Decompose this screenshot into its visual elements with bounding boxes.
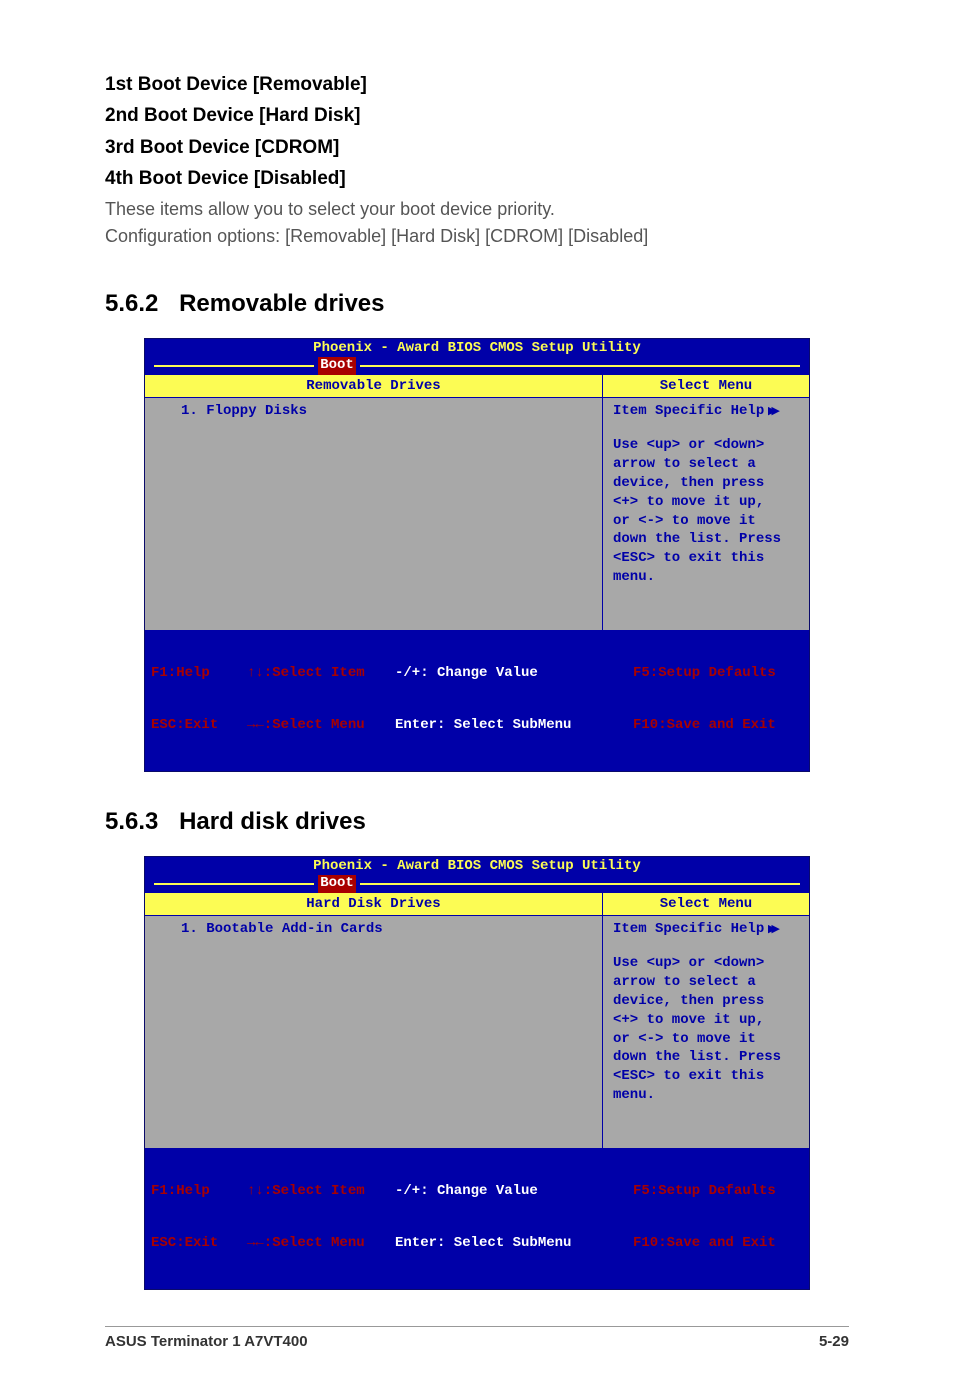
tab-line-right [360, 365, 800, 367]
action-select-submenu: Enter: Select SubMenu [395, 717, 571, 733]
footer-col-d: F5:Setup Defaults F10:Save and Exit [633, 1148, 803, 1288]
section-563-heading: 5.6.3 Hard disk drives [105, 808, 849, 836]
bios-footer-bar: F1:Help ESC:Exit ↑↓:Select Item →←:Selec… [145, 630, 809, 771]
key-esc: ESC:Exit [151, 1235, 218, 1251]
bios-utility-title: Phoenix - Award BIOS CMOS Setup Utility [145, 340, 809, 358]
bios-left-panel: Removable Drives 1. Floppy Disks [145, 375, 603, 630]
help-line: arrow to select a [613, 455, 799, 474]
left-column-header: Hard Disk Drives [145, 893, 602, 916]
page-footer: ASUS Terminator 1 A7VT400 5-29 [105, 1326, 849, 1350]
help-line: or <-> to move it [613, 1030, 799, 1049]
key-updown: ↑↓:Select Item [247, 665, 365, 681]
key-f10: F10:Save and Exit [633, 717, 776, 733]
key-f1: F1:Help [151, 1183, 210, 1199]
action-change-value: -/+: Change Value [395, 665, 538, 681]
help-title-text: Item Specific Help [613, 402, 764, 421]
help-line: device, then press [613, 992, 799, 1011]
tab-line-left [154, 365, 314, 367]
help-line: Use <up> or <down> [613, 954, 799, 973]
desc-line-1: These items allow you to select your boo… [105, 196, 849, 223]
right-column-header: Select Menu [603, 375, 809, 398]
double-arrow-icon: ▸▸ [768, 402, 775, 422]
boot-item-3: 3rd Boot Device [CDROM] [105, 133, 849, 162]
key-leftright: →←:Select Menu [247, 1235, 365, 1251]
help-line: menu. [613, 568, 799, 587]
footer-col-a: F1:Help ESC:Exit [151, 630, 247, 770]
footer-col-a: F1:Help ESC:Exit [151, 1148, 247, 1288]
footer-page-number: 5-29 [819, 1333, 849, 1350]
help-line: down the list. Press [613, 530, 799, 549]
left-column-body: 1. Floppy Disks [145, 398, 602, 630]
section-563-number: 5.6.3 [105, 808, 158, 835]
footer-product-name: ASUS Terminator 1 A7VT400 [105, 1333, 308, 1350]
action-select-submenu: Enter: Select SubMenu [395, 1235, 571, 1251]
help-line: <ESC> to exit this [613, 1067, 799, 1086]
boot-item-4: 4th Boot Device [Disabled] [105, 164, 849, 193]
help-line: down the list. Press [613, 1048, 799, 1067]
removable-drive-item[interactable]: 1. Floppy Disks [181, 402, 592, 421]
key-updown: ↑↓:Select Item [247, 1183, 365, 1199]
bios-active-tab[interactable]: Boot [318, 875, 356, 893]
section-563-title: Hard disk drives [179, 808, 366, 835]
action-change-value: -/+: Change Value [395, 1183, 538, 1199]
bios-footer-bar: F1:Help ESC:Exit ↑↓:Select Item →←:Selec… [145, 1148, 809, 1289]
bios-left-panel: Hard Disk Drives 1. Bootable Add-in Card… [145, 893, 603, 1148]
bios-columns: Removable Drives 1. Floppy Disks Select … [145, 375, 809, 630]
key-f5: F5:Setup Defaults [633, 1183, 776, 1199]
key-f5: F5:Setup Defaults [633, 665, 776, 681]
help-line: menu. [613, 1086, 799, 1105]
help-line: <+> to move it up, [613, 493, 799, 512]
help-line: device, then press [613, 474, 799, 493]
key-f10: F10:Save and Exit [633, 1235, 776, 1251]
bios-tab-row: Boot [145, 357, 809, 375]
footer-col-b: ↑↓:Select Item →←:Select Menu [247, 630, 395, 770]
right-column-body: Item Specific Help ▸▸ Use <up> or <down>… [603, 916, 809, 1148]
double-arrow-icon: ▸▸ [768, 920, 775, 940]
right-column-body: Item Specific Help ▸▸ Use <up> or <down>… [603, 398, 809, 630]
footer-col-c: -/+: Change Value Enter: Select SubMenu [395, 630, 633, 770]
bios-screenshot-harddisk: Phoenix - Award BIOS CMOS Setup Utility … [144, 856, 810, 1290]
key-leftright: →←:Select Menu [247, 717, 365, 733]
bios-active-tab[interactable]: Boot [318, 357, 356, 375]
key-esc: ESC:Exit [151, 717, 218, 733]
help-line: <ESC> to exit this [613, 549, 799, 568]
left-column-header: Removable Drives [145, 375, 602, 398]
bios-right-panel: Select Menu Item Specific Help ▸▸ Use <u… [603, 375, 809, 630]
right-column-header: Select Menu [603, 893, 809, 916]
footer-col-b: ↑↓:Select Item →←:Select Menu [247, 1148, 395, 1288]
help-title-row: Item Specific Help ▸▸ [613, 402, 799, 422]
footer-col-d: F5:Setup Defaults F10:Save and Exit [633, 630, 803, 770]
bios-columns: Hard Disk Drives 1. Bootable Add-in Card… [145, 893, 809, 1148]
bios-right-panel: Select Menu Item Specific Help ▸▸ Use <u… [603, 893, 809, 1148]
help-line: Use <up> or <down> [613, 436, 799, 455]
key-f1: F1:Help [151, 665, 210, 681]
boot-device-settings: 1st Boot Device [Removable] 2nd Boot Dev… [105, 70, 849, 194]
bios-titlebar: Phoenix - Award BIOS CMOS Setup Utility … [145, 857, 809, 893]
section-562-heading: 5.6.2 Removable drives [105, 290, 849, 318]
section-562-number: 5.6.2 [105, 290, 158, 317]
bios-utility-title: Phoenix - Award BIOS CMOS Setup Utility [145, 858, 809, 876]
footer-col-c: -/+: Change Value Enter: Select SubMenu [395, 1148, 633, 1288]
help-title-text: Item Specific Help [613, 920, 764, 939]
bios-titlebar: Phoenix - Award BIOS CMOS Setup Utility … [145, 339, 809, 375]
boot-item-2: 2nd Boot Device [Hard Disk] [105, 101, 849, 130]
help-title-row: Item Specific Help ▸▸ [613, 920, 799, 940]
desc-line-2: Configuration options: [Removable] [Hard… [105, 223, 849, 250]
tab-line-left [154, 883, 314, 885]
help-line: or <-> to move it [613, 512, 799, 531]
boot-items-description: These items allow you to select your boo… [105, 196, 849, 250]
harddisk-drive-item[interactable]: 1. Bootable Add-in Cards [181, 920, 592, 939]
bios-screenshot-removable: Phoenix - Award BIOS CMOS Setup Utility … [144, 338, 810, 772]
tab-line-right [360, 883, 800, 885]
help-line: <+> to move it up, [613, 1011, 799, 1030]
section-562-title: Removable drives [179, 290, 384, 317]
bios-tab-row: Boot [145, 875, 809, 893]
help-line: arrow to select a [613, 973, 799, 992]
left-column-body: 1. Bootable Add-in Cards [145, 916, 602, 1148]
boot-item-1: 1st Boot Device [Removable] [105, 70, 849, 99]
